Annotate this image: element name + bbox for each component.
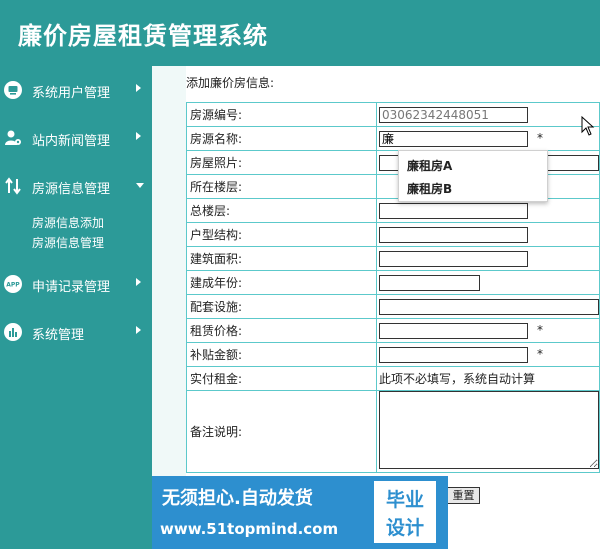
autocomplete-dropdown: 廉租房A 廉租房B [398,150,548,202]
user-gear-icon [5,130,21,145]
form-row: 房源名称: * [186,126,600,151]
listing-name-field[interactable] [379,130,528,147]
field-label: 户型结构: [186,222,377,247]
required-mark: * [537,131,543,145]
chevron-right-icon [136,132,141,140]
watermark-url: www.51topmind.com [160,520,339,538]
field-label: 租赁价格: [186,318,377,343]
sidebar-subitem-listing-add[interactable]: 房源信息添加 [32,214,104,231]
suggestion-option[interactable]: 廉租房B [407,180,452,197]
build-year-field[interactable] [379,274,480,291]
sidebar-item-news-management[interactable]: 站内新闻管理 [0,122,152,154]
field-label: 建成年份: [186,270,377,295]
sidebar-item-label: 系统用户管理 [32,86,111,101]
app-header: 廉价房屋租赁管理系统 [0,0,600,66]
reset-button[interactable]: 重置 [447,487,480,504]
field-label: 总楼层: [186,198,377,223]
layout-field[interactable] [379,226,528,243]
transfer-icon [5,177,21,195]
sidebar-item-application-records[interactable]: APP 申请记录管理 [0,268,152,300]
watermark-badge-text: 设计 [385,517,424,539]
field-label: 配套设施: [186,294,377,319]
chevron-right-icon [136,84,141,92]
form-row: 实付租金: 此项不必填写，系统自动计算 [186,366,600,391]
field-label: 实付租金: [186,366,377,391]
facilities-field[interactable] [379,298,599,315]
form-row: 房源编号: [186,102,600,127]
form-row: 备注说明: [186,390,600,473]
field-label: 所在楼层: [186,174,377,199]
form-row: 户型结构: [186,222,600,247]
actual-rent-note: 此项不必填写，系统自动计算 [376,366,600,391]
field-label: 房源名称: [186,126,377,151]
watermark-badge-text: 毕业 [385,489,424,511]
form-row: 补贴金额: * [186,342,600,367]
form-row: 总楼层: [186,198,600,223]
sidebar: 系统用户管理 站内新闻管理 房源信息管理 房源信息添加 房源信息管理 APP 申… [0,66,152,549]
sidebar-item-user-management[interactable]: 系统用户管理 [0,74,152,106]
remarks-textarea[interactable] [379,391,599,469]
floor-area-field[interactable] [379,250,528,267]
form-row: 配套设施: [186,294,600,319]
chevron-right-icon [136,326,141,334]
form-row: 租赁价格: * [186,318,600,343]
field-label: 补贴金额: [186,342,377,367]
sidebar-item-label: 申请记录管理 [32,280,111,295]
field-label: 房源编号: [186,102,377,127]
required-mark: * [537,347,543,361]
total-floors-field[interactable] [379,202,528,219]
watermark-badge: 毕业 设计 [374,481,436,543]
app-icon: APP [4,275,22,293]
sidebar-item-system-management[interactable]: 系统管理 [0,316,152,348]
chevron-down-icon [136,183,144,188]
form-row: 建成年份: [186,270,600,295]
field-label: 房屋照片: [186,150,377,175]
sidebar-item-listing-management[interactable]: 房源信息管理 [0,170,152,202]
bar-chart-icon [4,323,22,341]
rent-price-field[interactable] [379,322,528,339]
field-label: 备注说明: [186,390,377,473]
sidebar-item-label: 站内新闻管理 [32,134,111,149]
mouse-cursor-icon [581,116,595,136]
form-row: 建筑面积: [186,246,600,271]
sidebar-item-label: 系统管理 [32,328,85,343]
watermark-banner: 无须担心.自动发货 www.51topmind.com 毕业 设计 [152,476,448,549]
sidebar-item-label: 房源信息管理 [32,182,111,197]
form-title: 添加廉价房信息: [186,76,275,90]
subsidy-field[interactable] [379,346,528,363]
suggestion-option[interactable]: 廉租房A [407,157,452,174]
listing-id-field[interactable] [379,106,528,123]
app-title: 廉价房屋租赁管理系统 [18,21,268,50]
sidebar-subitem-listing-manage[interactable]: 房源信息管理 [32,234,104,251]
svg-text:APP: APP [6,282,20,289]
watermark-text: 无须担心.自动发货 [162,488,313,509]
chevron-right-icon [136,278,141,286]
required-mark: * [537,323,543,337]
field-label: 建筑面积: [186,246,377,271]
monitor-icon [4,81,22,99]
